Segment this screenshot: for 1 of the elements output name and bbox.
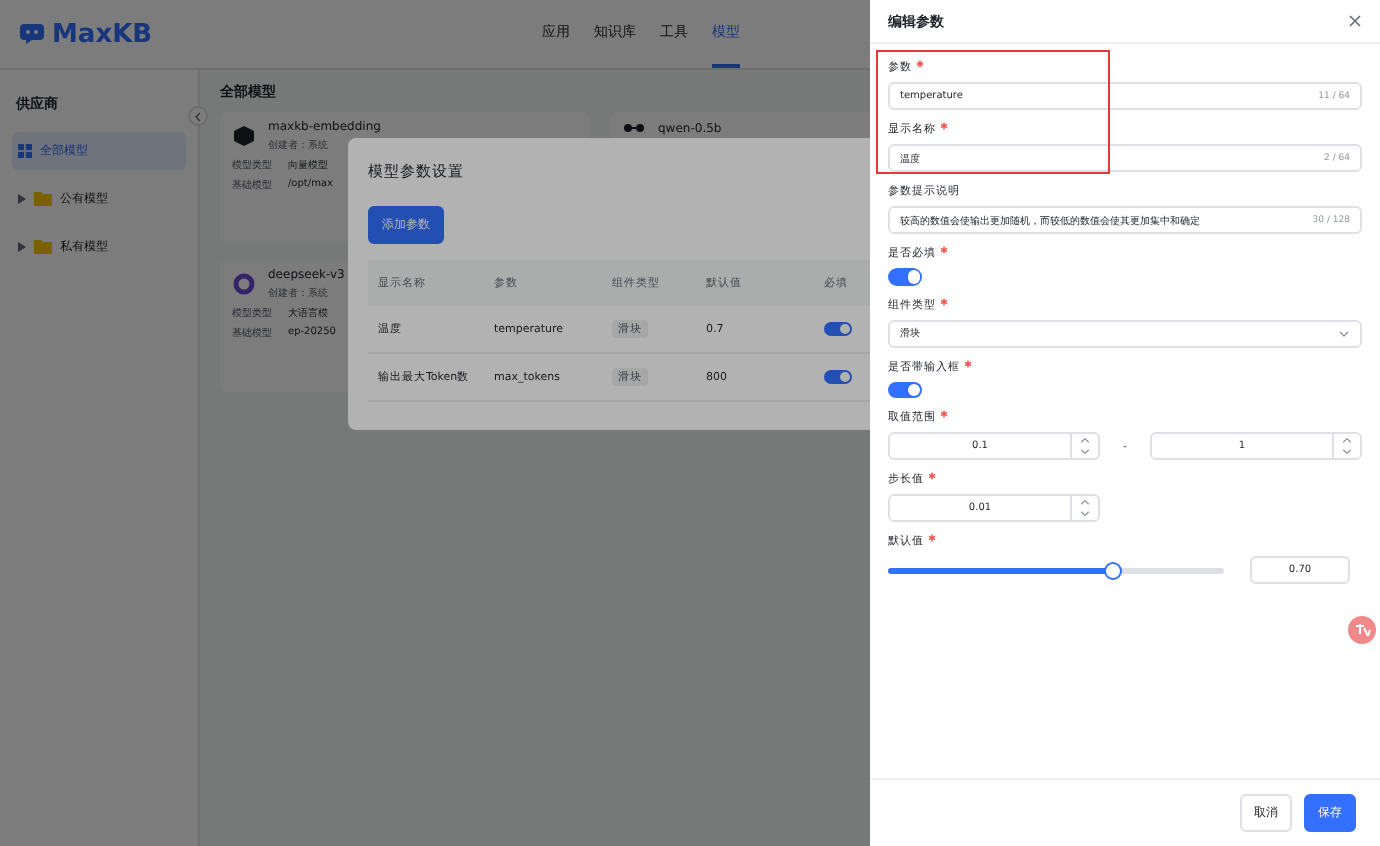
app-logo: MaxKB [52,19,153,49]
